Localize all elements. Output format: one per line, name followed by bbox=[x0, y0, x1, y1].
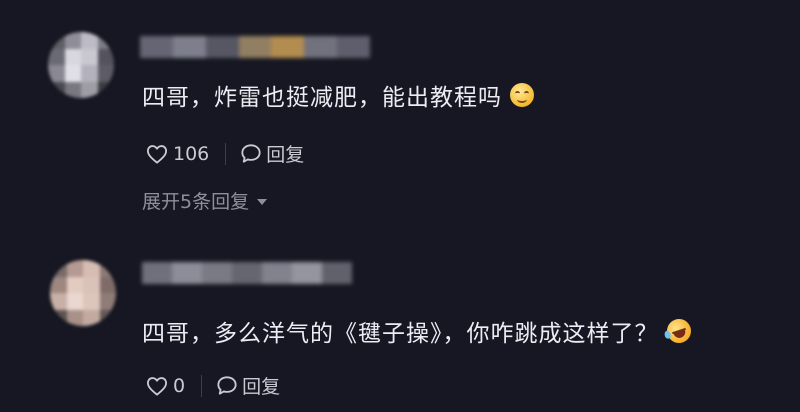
comment-text-content: 四哥，炸雷也挺减肥，能出教程吗 bbox=[142, 85, 502, 111]
username-pixel bbox=[205, 36, 239, 58]
comment-item: 四哥，多么洋气的《毽子操》，你咋跳成这样了？ 0 回复 bbox=[0, 232, 800, 412]
username-pixel bbox=[337, 36, 371, 58]
avatar-pixel bbox=[97, 48, 114, 65]
avatar-pixel bbox=[81, 32, 98, 49]
like-count: 106 bbox=[173, 142, 210, 165]
avatar-pixel bbox=[99, 260, 116, 277]
username-blurred[interactable] bbox=[140, 36, 371, 58]
avatar-pixel bbox=[97, 65, 114, 82]
divider bbox=[201, 374, 203, 397]
reply-label: 回复 bbox=[242, 376, 281, 398]
smile-emoji-icon bbox=[510, 83, 534, 107]
chat-bubble-icon bbox=[241, 144, 261, 163]
username-pixel bbox=[172, 36, 206, 58]
username-pixel bbox=[232, 262, 262, 284]
comment-text: 四哥，炸雷也挺减肥，能出教程吗 bbox=[142, 78, 534, 112]
avatar-pixel bbox=[83, 260, 100, 277]
avatar-pixel bbox=[81, 81, 98, 98]
heart-icon bbox=[147, 376, 167, 396]
comment-actions: 0 回复 bbox=[146, 372, 280, 399]
like-button[interactable]: 0 bbox=[146, 375, 185, 397]
expand-replies-button[interactable]: 展开5条回复 bbox=[142, 187, 268, 214]
avatar-pixel bbox=[48, 48, 65, 65]
username-pixel bbox=[304, 36, 338, 58]
username-blurred[interactable] bbox=[142, 262, 352, 284]
reply-button[interactable]: 回复 bbox=[216, 372, 280, 399]
comment-text: 四哥，多么洋气的《毽子操》，你咋跳成这样了？ bbox=[142, 314, 694, 348]
avatar-pixel bbox=[97, 81, 114, 98]
username-pixel bbox=[172, 262, 202, 284]
avatar-pixel bbox=[66, 309, 83, 326]
avatar-pixel bbox=[99, 293, 116, 310]
avatar-pixel bbox=[66, 260, 83, 277]
expand-replies-label: 展开5条回复 bbox=[142, 191, 250, 213]
avatar-pixel bbox=[66, 293, 83, 310]
avatar-pixel bbox=[50, 309, 67, 326]
username-pixel bbox=[238, 36, 272, 58]
avatar-pixel bbox=[48, 81, 65, 98]
avatar-pixel bbox=[81, 65, 98, 82]
username-pixel bbox=[140, 36, 173, 58]
avatar-pixel bbox=[64, 81, 81, 98]
chat-bubble-icon bbox=[217, 376, 237, 395]
avatar-pixel bbox=[50, 276, 67, 293]
avatar-pixel bbox=[64, 32, 81, 49]
avatar-pixel bbox=[83, 276, 100, 293]
avatar-pixel bbox=[64, 65, 81, 82]
avatar-pixel bbox=[99, 276, 116, 293]
avatar[interactable] bbox=[50, 260, 116, 326]
caret-down-icon bbox=[257, 198, 268, 205]
avatar[interactable] bbox=[48, 32, 114, 98]
avatar-pixel bbox=[48, 32, 65, 49]
username-pixel bbox=[292, 262, 322, 284]
username-pixel bbox=[322, 262, 352, 284]
reply-label: 回复 bbox=[266, 144, 305, 166]
username-pixel bbox=[271, 36, 305, 58]
avatar-pixel bbox=[50, 293, 67, 310]
comment-text-content: 四哥，多么洋气的《毽子操》，你咋跳成这样了？ bbox=[142, 321, 659, 347]
reply-button[interactable]: 回复 bbox=[240, 140, 304, 167]
avatar-pixel bbox=[66, 276, 83, 293]
heart-icon bbox=[147, 144, 167, 164]
like-button[interactable]: 106 bbox=[146, 143, 209, 165]
avatar-pixel bbox=[81, 48, 98, 65]
laughing-tears-emoji-icon bbox=[662, 315, 694, 347]
avatar-pixel bbox=[83, 309, 100, 326]
avatar-pixel bbox=[50, 260, 67, 277]
avatar-pixel bbox=[99, 309, 116, 326]
avatar-pixel bbox=[64, 48, 81, 65]
comment-item: 四哥，炸雷也挺减肥，能出教程吗 106 回复 展开5条回复 bbox=[0, 0, 800, 232]
avatar-pixel bbox=[97, 32, 114, 49]
comment-actions: 106 回复 bbox=[146, 140, 304, 167]
username-pixel bbox=[142, 262, 172, 284]
avatar-pixel bbox=[83, 293, 100, 310]
like-count: 0 bbox=[173, 374, 186, 397]
avatar-pixel bbox=[48, 65, 65, 82]
username-pixel bbox=[202, 262, 232, 284]
username-pixel bbox=[262, 262, 292, 284]
divider bbox=[225, 142, 227, 165]
